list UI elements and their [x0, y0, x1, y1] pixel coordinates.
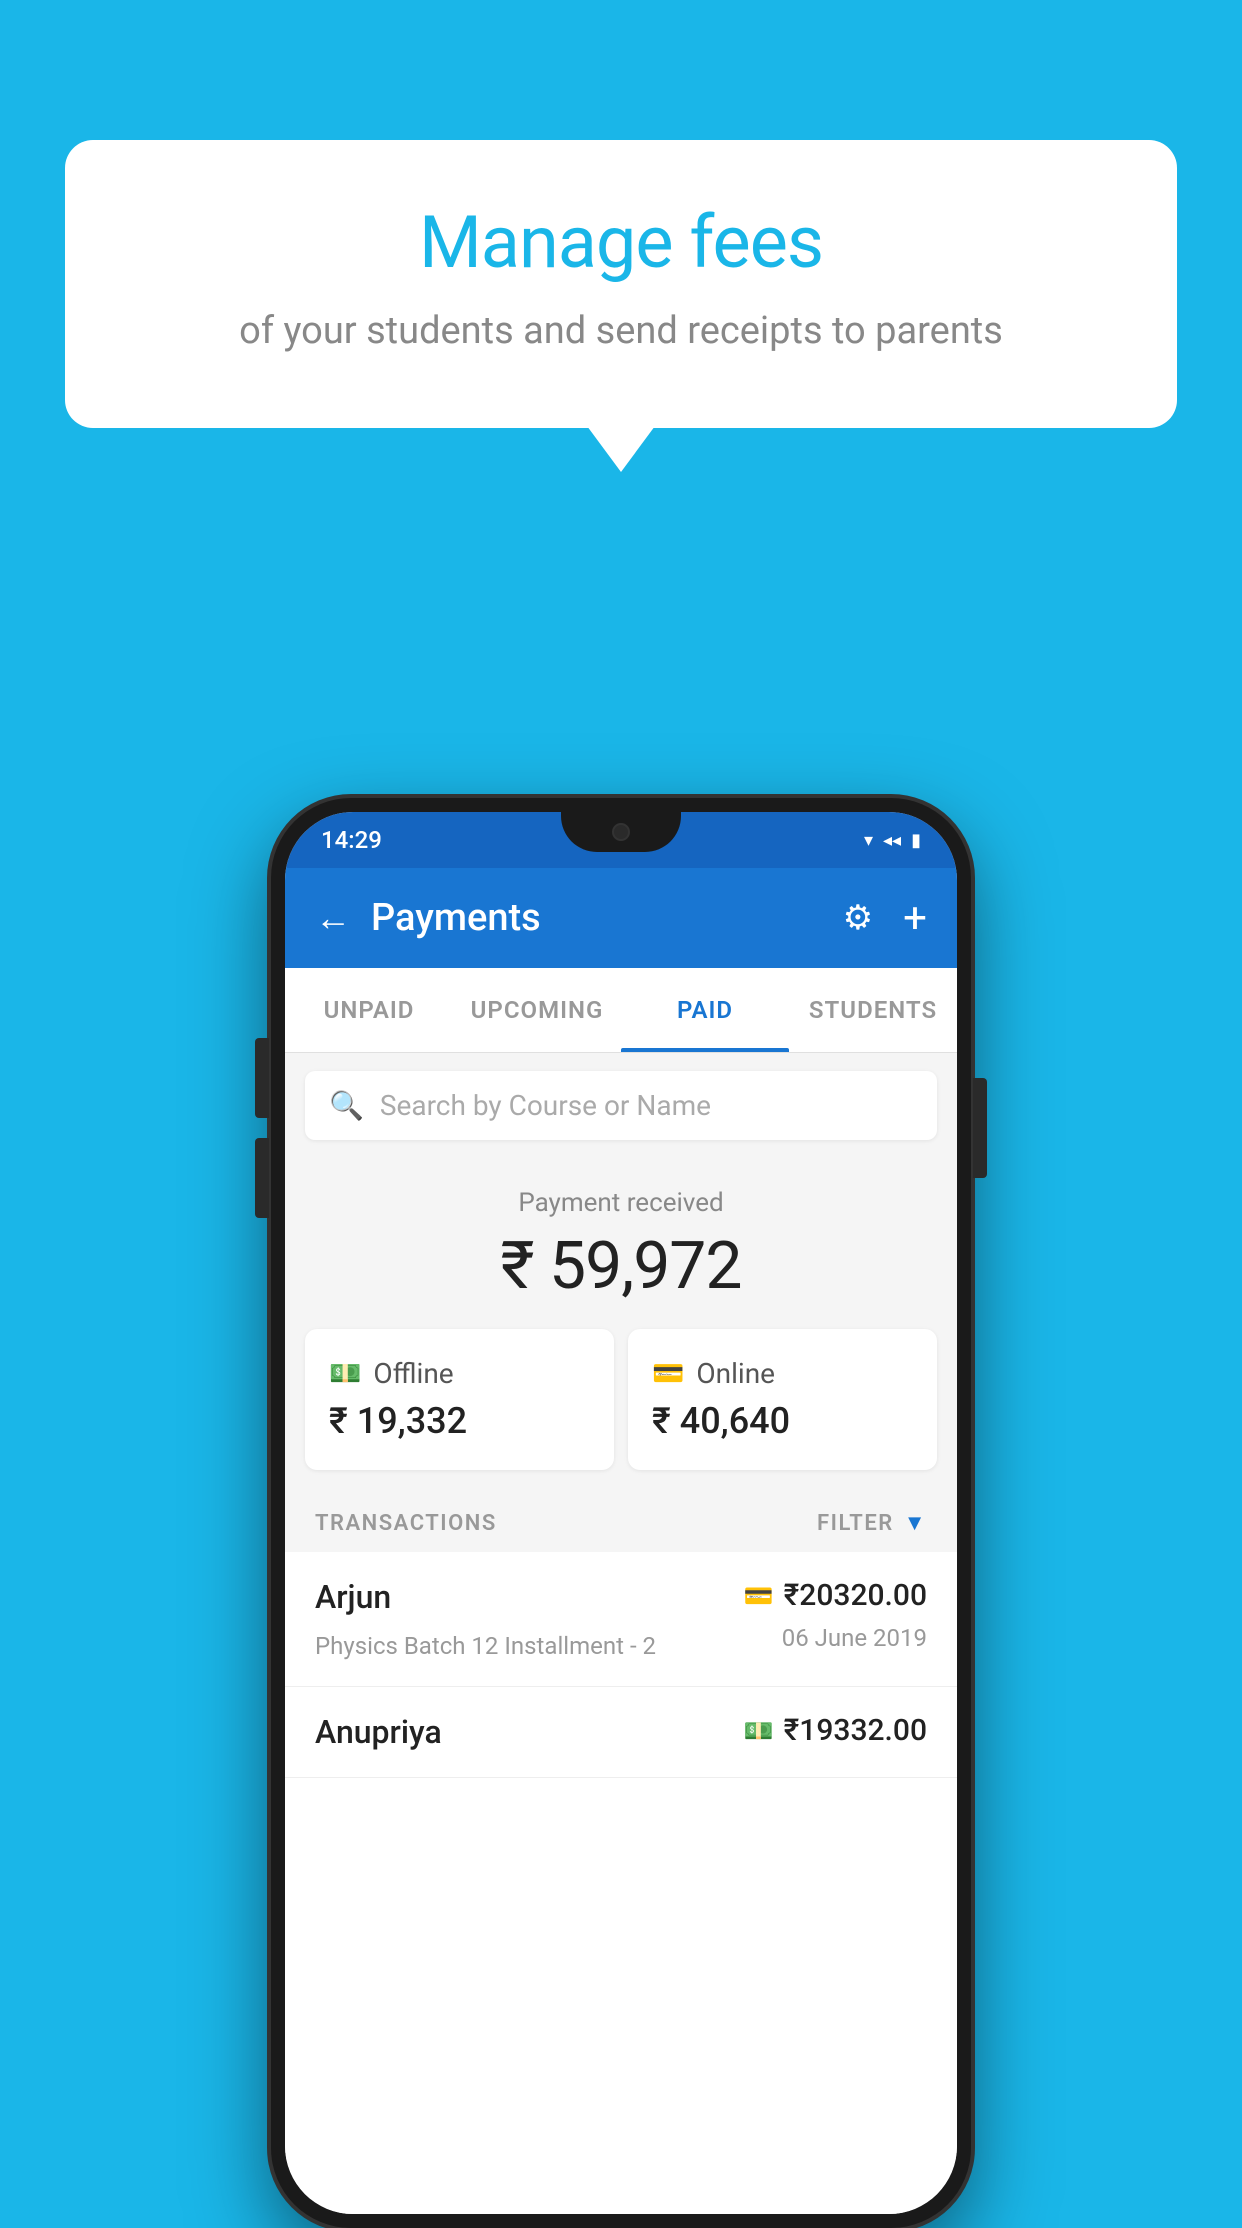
tab-paid[interactable]: PAID [621, 968, 789, 1052]
add-button[interactable]: + [903, 894, 927, 943]
signal-icon: ◂◂ [883, 830, 901, 851]
speech-bubble-container: Manage fees of your students and send re… [65, 140, 1177, 428]
online-amount: ₹ 40,640 [652, 1400, 913, 1442]
nav-actions: ⚙ + [843, 894, 927, 943]
online-label: Online [696, 1357, 775, 1390]
offline-label: Offline [373, 1357, 453, 1390]
bubble-title: Manage fees [135, 200, 1107, 285]
camera [612, 823, 630, 841]
filter-icon: ▼ [904, 1510, 927, 1536]
online-card: 💳 Online ₹ 40,640 [628, 1329, 937, 1470]
transaction-row: Anupriya 💵 ₹19332.00 [315, 1713, 927, 1751]
wifi-icon: ▾ [864, 830, 873, 851]
nav-bar: ← Payments ⚙ + [285, 868, 957, 968]
offline-card-header: 💵 Offline [329, 1357, 590, 1390]
phone-frame: 14:29 ▾ ◂◂ ▮ ← Payments ⚙ + UNPAID UPCOM… [271, 798, 971, 2228]
status-icons: ▾ ◂◂ ▮ [864, 830, 921, 851]
transaction-amount-row: 💳 ₹20320.00 [744, 1578, 927, 1613]
transactions-label: TRANSACTIONS [315, 1511, 497, 1536]
payment-received-label: Payment received [305, 1188, 937, 1218]
page-title: Payments [371, 896, 843, 940]
transaction-name: Anupriya [315, 1713, 442, 1751]
search-placeholder: Search by Course or Name [380, 1089, 711, 1122]
filter-label: FILTER [817, 1511, 894, 1536]
tab-upcoming[interactable]: UPCOMING [453, 968, 621, 1052]
search-bar-container: 🔍 Search by Course or Name [285, 1053, 957, 1158]
search-bar[interactable]: 🔍 Search by Course or Name [305, 1071, 937, 1140]
payment-summary: Payment received ₹ 59,972 [285, 1158, 957, 1329]
speech-bubble: Manage fees of your students and send re… [65, 140, 1177, 428]
bubble-subtitle: of your students and send receipts to pa… [135, 305, 1107, 358]
status-bar: 14:29 ▾ ◂◂ ▮ [285, 812, 957, 868]
cash-payment-icon: 💵 [744, 1717, 774, 1745]
search-icon: 🔍 [329, 1089, 364, 1122]
status-time: 14:29 [321, 826, 382, 854]
filter-button[interactable]: FILTER ▼ [817, 1510, 927, 1536]
offline-icon: 💵 [329, 1359, 361, 1389]
transaction-bottom-row: Physics Batch 12 Installment - 2 06 June… [315, 1624, 927, 1660]
notch [561, 812, 681, 852]
transactions-header: TRANSACTIONS FILTER ▼ [285, 1490, 957, 1552]
settings-icon[interactable]: ⚙ [843, 898, 873, 938]
back-button[interactable]: ← [315, 897, 351, 939]
online-card-header: 💳 Online [652, 1357, 913, 1390]
transaction-detail: Physics Batch 12 Installment - 2 [315, 1632, 656, 1660]
transaction-row: Arjun 💳 ₹20320.00 [315, 1578, 927, 1616]
transaction-item[interactable]: Anupriya 💵 ₹19332.00 [285, 1687, 957, 1778]
tab-students[interactable]: STUDENTS [789, 968, 957, 1052]
card-payment-icon: 💳 [744, 1582, 774, 1610]
transaction-amount: ₹19332.00 [784, 1713, 927, 1748]
tab-unpaid[interactable]: UNPAID [285, 968, 453, 1052]
transaction-amount: ₹20320.00 [784, 1578, 927, 1613]
offline-card: 💵 Offline ₹ 19,332 [305, 1329, 614, 1470]
payment-cards: 💵 Offline ₹ 19,332 💳 Online ₹ 40,640 [285, 1329, 957, 1490]
transaction-date: 06 June 2019 [782, 1624, 927, 1652]
transaction-list: Arjun 💳 ₹20320.00 Physics Batch 12 Insta… [285, 1552, 957, 2214]
online-icon: 💳 [652, 1359, 684, 1389]
transaction-item[interactable]: Arjun 💳 ₹20320.00 Physics Batch 12 Insta… [285, 1552, 957, 1687]
phone-screen: 14:29 ▾ ◂◂ ▮ ← Payments ⚙ + UNPAID UPCOM… [285, 812, 957, 2214]
transaction-amount-row: 💵 ₹19332.00 [744, 1713, 927, 1748]
battery-icon: ▮ [911, 830, 921, 851]
tabs-bar: UNPAID UPCOMING PAID STUDENTS [285, 968, 957, 1053]
payment-total: ₹ 59,972 [305, 1228, 937, 1305]
transaction-name: Arjun [315, 1578, 391, 1616]
offline-amount: ₹ 19,332 [329, 1400, 590, 1442]
